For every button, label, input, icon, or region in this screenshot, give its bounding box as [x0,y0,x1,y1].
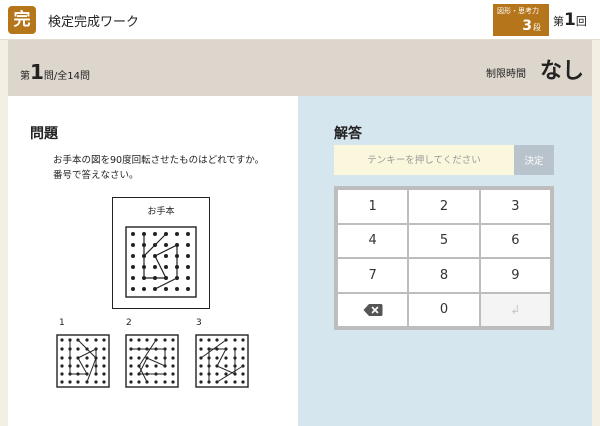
key-7[interactable]: 7 [338,259,408,292]
model-label: お手本 [147,207,175,217]
level-number: 3 [522,18,532,34]
level-badge: 図形・思考力 3段 [493,4,549,36]
key-2[interactable]: 2 [409,190,479,223]
app-title: 検定完成ワーク [48,15,140,30]
counter-total: 14 [67,71,81,82]
key-1[interactable]: 1 [338,190,408,223]
answer-input[interactable] [334,145,514,175]
counter-suffix: 問 [80,71,91,82]
key-enter[interactable]: ↲ [480,293,550,326]
model-figure: お手本 [112,197,210,309]
key-5[interactable]: 5 [409,224,479,257]
top-bar: 完 検定完成ワーク 図形・思考力 3段 第1回 [0,0,600,40]
round-indicator: 第1回 [553,10,587,30]
progress-bar: 第1問/全14問 制限時間 なし [8,40,592,96]
time-limit-value: なし [540,59,585,84]
option-1-figure [56,334,110,388]
counter-current: 1 [30,60,44,84]
option-3-figure [195,334,249,388]
key-4[interactable]: 4 [338,224,408,257]
answer-heading: 解答 [334,126,362,142]
key-backspace[interactable] [338,293,408,326]
counter-prefix: 第 [20,71,30,82]
level-unit: 段 [533,23,541,32]
level-category: 図形・思考力 [497,7,539,15]
round-suffix: 回 [575,15,587,28]
model-dot-grid [125,226,197,298]
question-panel: 問題 お手本の図を90度回転させたものはどれですか。 番号で答えなさい。 お手本… [8,96,298,426]
key-0[interactable]: 0 [409,293,479,326]
backspace-icon [363,303,383,316]
key-6[interactable]: 6 [480,224,550,257]
answer-panel: 解答 決定 1 2 3 4 5 6 7 8 9 0 ↲ [298,96,592,426]
key-3[interactable]: 3 [480,190,550,223]
question-text: お手本の図を90度回転させたものはどれですか。 番号で答えなさい。 [53,153,264,183]
round-prefix: 第 [553,15,564,28]
question-text-line2: 番号で答えなさい。 [53,170,139,181]
numeric-keypad: 1 2 3 4 5 6 7 8 9 0 ↲ [334,186,554,330]
key-8[interactable]: 8 [409,259,479,292]
key-9[interactable]: 9 [480,259,550,292]
app-badge: 完 [8,6,36,34]
question-counter: 第1問/全14問 [20,60,90,84]
option-2-figure [125,334,179,388]
counter-mid: 問/全 [43,71,68,82]
enter-icon: ↲ [510,302,521,317]
question-heading: 問題 [30,126,58,142]
time-limit-label: 制限時間 [486,69,526,80]
option-2-label: 2 [126,318,132,328]
option-1-label: 1 [59,318,65,328]
level-number-group: 3段 [522,18,541,34]
round-number: 1 [564,10,576,30]
question-text-line1: お手本の図を90度回転させたものはどれですか。 [53,155,265,166]
option-3-label: 3 [196,318,202,328]
submit-button[interactable]: 決定 [514,145,554,175]
